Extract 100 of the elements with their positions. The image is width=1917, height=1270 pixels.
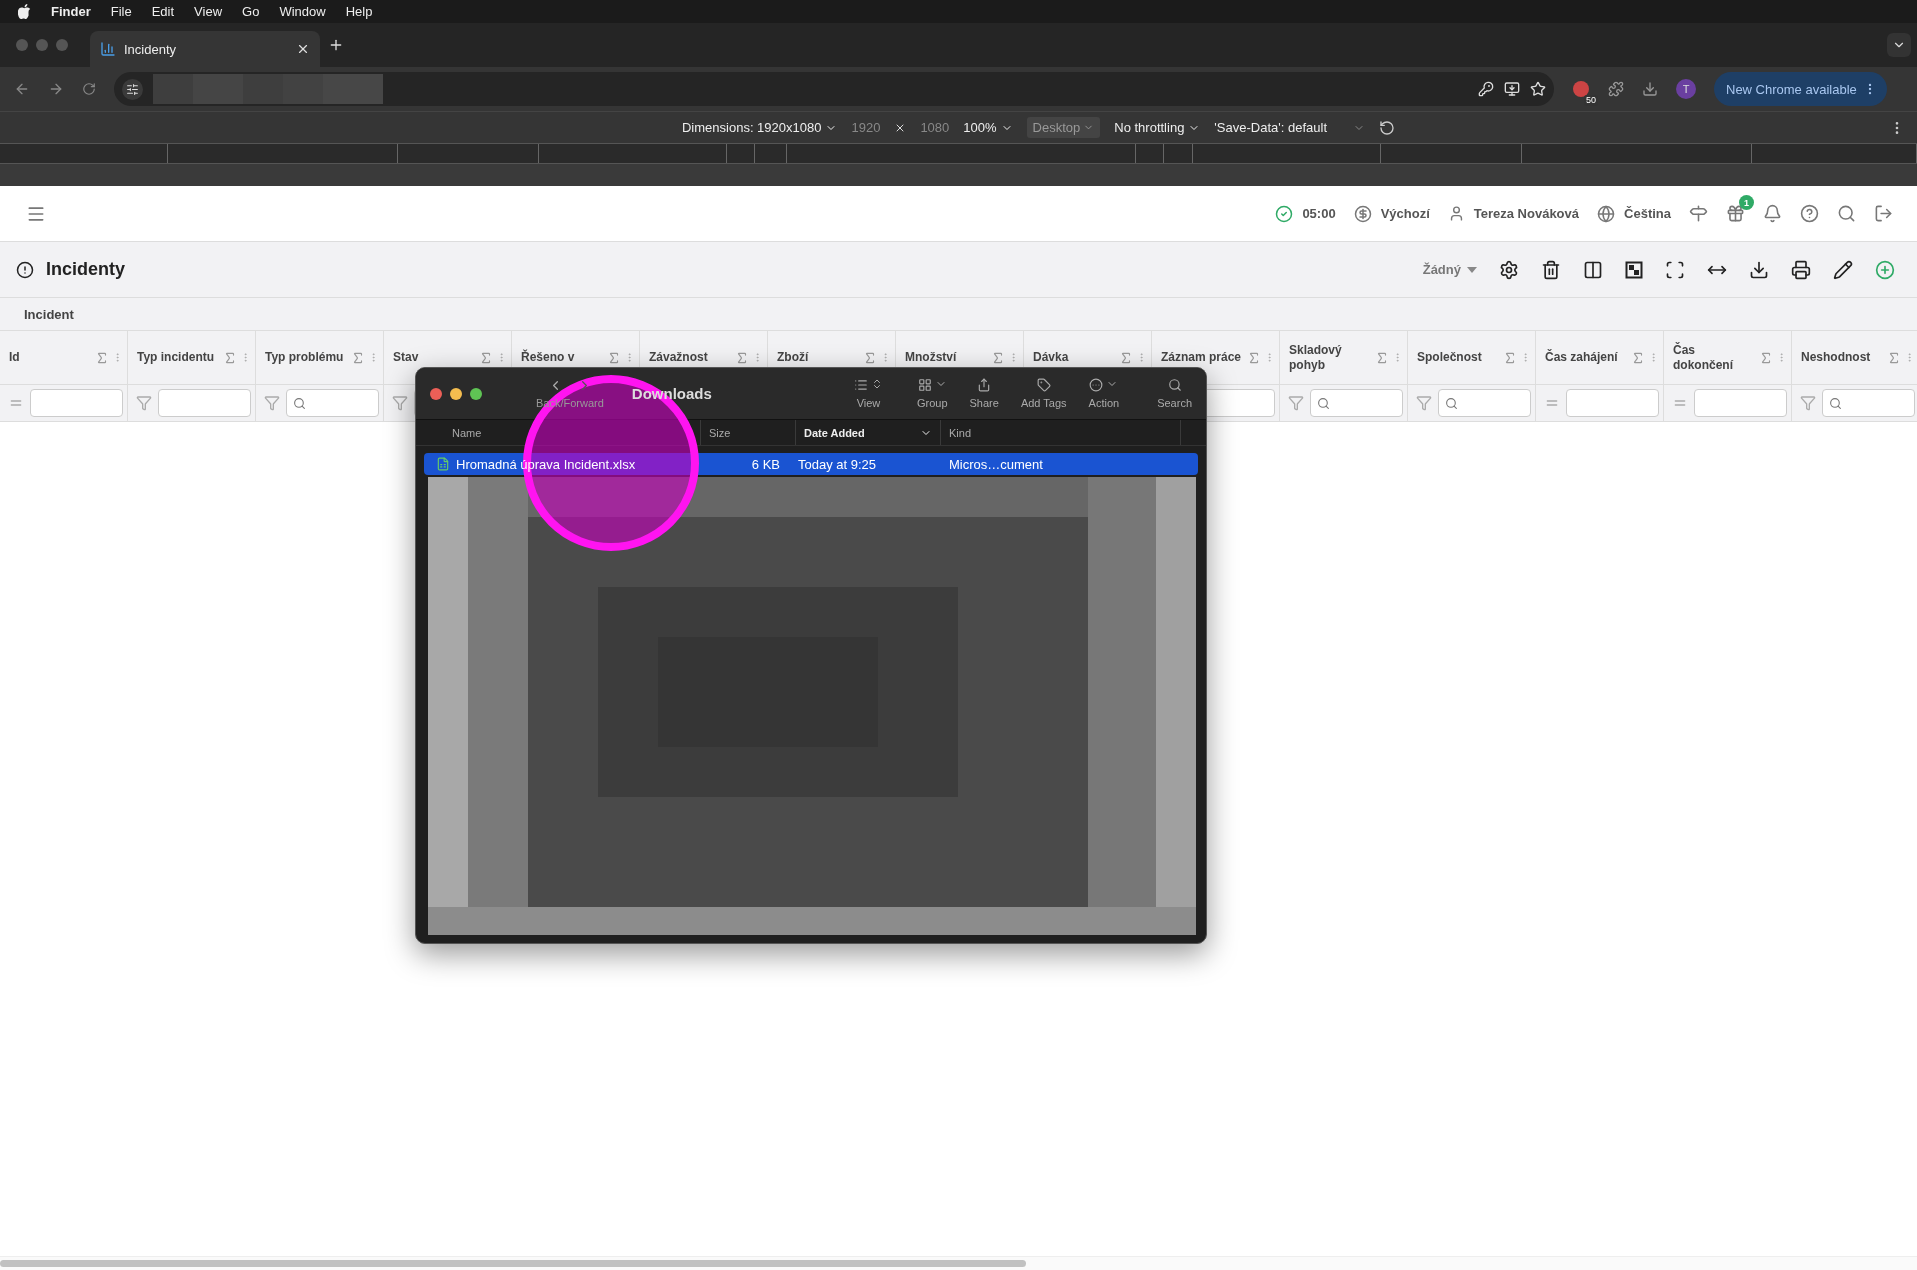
bookmark-star-icon[interactable] (1530, 81, 1546, 97)
sigma-icon[interactable] (1759, 350, 1773, 365)
column-header[interactable]: Záznam práce (1161, 350, 1244, 365)
column-header[interactable]: Dávka (1033, 350, 1116, 365)
sigma-icon[interactable] (223, 350, 237, 365)
back-icon[interactable] (14, 81, 30, 97)
column-header[interactable]: Kind (941, 420, 1181, 445)
menu-item[interactable]: Window (279, 4, 326, 19)
width-field[interactable]: 1920 (851, 120, 881, 135)
columns-icon[interactable] (1583, 259, 1603, 280)
height-field[interactable]: 1080 (920, 120, 950, 135)
filter-field[interactable] (286, 389, 379, 417)
minimize-icon[interactable] (450, 387, 462, 400)
column-header[interactable]: Name (416, 420, 701, 445)
throttling-select[interactable]: No throttling (1114, 120, 1201, 135)
sigma-icon[interactable] (607, 350, 621, 365)
extension-icon[interactable] (1572, 80, 1590, 98)
column-header[interactable]: Množství (905, 350, 988, 365)
key-icon[interactable] (1478, 81, 1494, 97)
sigma-icon[interactable] (479, 350, 493, 365)
filter-field[interactable] (30, 389, 123, 417)
filter-icon[interactable] (1288, 395, 1304, 411)
gift-icon[interactable] (1726, 204, 1745, 223)
filter-icon[interactable] (392, 395, 408, 411)
filter-icon[interactable] (136, 395, 152, 411)
puzzle-icon[interactable] (1608, 81, 1624, 97)
menu-item[interactable]: Finder (51, 4, 91, 19)
browser-tab[interactable]: Incidenty (90, 31, 320, 67)
add-icon[interactable] (1875, 259, 1895, 280)
settings-icon[interactable] (1499, 259, 1519, 280)
toolbar-button[interactable]: Search (1157, 378, 1192, 409)
window-button[interactable] (36, 39, 48, 51)
column-header[interactable]: Závažnost (649, 350, 732, 365)
rotate-icon[interactable] (1379, 119, 1395, 136)
filter-icon[interactable] (1800, 395, 1816, 411)
filter-icon[interactable] (264, 395, 280, 411)
filter-field[interactable] (1822, 389, 1915, 417)
site-settings-icon[interactable] (122, 78, 143, 100)
update-button[interactable]: New Chrome available (1714, 72, 1887, 106)
column-header[interactable]: Id (9, 350, 92, 365)
sigma-icon[interactable] (735, 350, 749, 365)
filter-field[interactable] (158, 389, 251, 417)
sigma-icon[interactable] (991, 350, 1005, 365)
tab-list-icon[interactable] (1887, 33, 1911, 57)
scrollbar-thumb[interactable] (0, 1260, 1026, 1267)
menu-item[interactable]: File (110, 4, 132, 19)
column-header[interactable]: Neshodnost (1801, 350, 1884, 365)
sigma-icon[interactable] (1631, 350, 1645, 365)
toolbar-button[interactable]: Add Tags (1020, 378, 1067, 409)
print-icon[interactable] (1791, 259, 1811, 280)
search-icon[interactable] (1837, 204, 1856, 223)
apple-logo-icon[interactable] (18, 4, 31, 19)
signpost-icon[interactable] (1689, 204, 1708, 223)
zoom-icon[interactable] (470, 387, 482, 400)
address-field[interactable] (114, 72, 1554, 106)
square-pattern-icon[interactable] (1625, 260, 1643, 279)
help-icon[interactable] (1800, 204, 1819, 223)
window-button[interactable] (16, 39, 28, 51)
toolbar-button[interactable]: Group (916, 378, 948, 409)
toolbar-button[interactable]: Share (969, 378, 999, 409)
filter-field[interactable] (1566, 389, 1659, 417)
column-header[interactable]: Size (701, 420, 796, 445)
dimensions-select[interactable]: Dimensions: 1920x1080 (682, 120, 838, 135)
column-header[interactable]: Zboží (777, 350, 860, 365)
notifications-icon[interactable] (1763, 204, 1782, 223)
column-header[interactable]: Čas dokončení (1673, 342, 1756, 373)
user-menu[interactable]: Tereza Nováková (1447, 205, 1580, 222)
filter-field[interactable] (1438, 389, 1531, 417)
column-header[interactable]: Čas zahájení (1545, 350, 1628, 365)
column-header[interactable]: Date Added (796, 420, 941, 445)
forward-icon[interactable] (48, 81, 64, 97)
sigma-icon[interactable] (1503, 350, 1517, 365)
column-header[interactable]: Typ problému (265, 350, 348, 365)
time-indicator[interactable]: 05:00 (1275, 204, 1336, 223)
filter-icon[interactable] (1416, 395, 1432, 411)
menu-item[interactable]: Edit (151, 4, 175, 19)
sigma-icon[interactable] (351, 350, 365, 365)
menu-item[interactable]: Help (345, 4, 373, 19)
zoom-select[interactable]: 100% (963, 120, 1013, 135)
sigma-icon[interactable] (1119, 350, 1133, 365)
column-header[interactable]: Řešeno v (521, 350, 604, 365)
edit-icon[interactable] (1833, 259, 1853, 280)
install-icon[interactable] (1504, 81, 1520, 97)
currency-selector[interactable]: Výchozí (1353, 204, 1430, 223)
save-data-select[interactable]: 'Save-Data': default (1214, 120, 1365, 135)
new-tab-icon[interactable] (328, 37, 344, 53)
toolbar-button[interactable]: Action (1088, 378, 1120, 409)
logout-icon[interactable] (1874, 204, 1893, 223)
download-icon[interactable] (1749, 259, 1769, 280)
menu-item[interactable]: Go (242, 4, 260, 19)
column-header[interactable]: Stav (393, 350, 476, 365)
sigma-icon[interactable] (863, 350, 877, 365)
close-icon[interactable] (296, 42, 310, 56)
column-header[interactable]: Typ incidentu (137, 350, 220, 365)
view-select[interactable]: Žádný (1422, 262, 1477, 277)
filter-field[interactable] (1310, 389, 1403, 417)
frame-icon[interactable] (1665, 259, 1685, 280)
filter-field[interactable] (1694, 389, 1787, 417)
sigma-icon[interactable] (1887, 350, 1901, 365)
reload-icon[interactable] (82, 82, 96, 96)
